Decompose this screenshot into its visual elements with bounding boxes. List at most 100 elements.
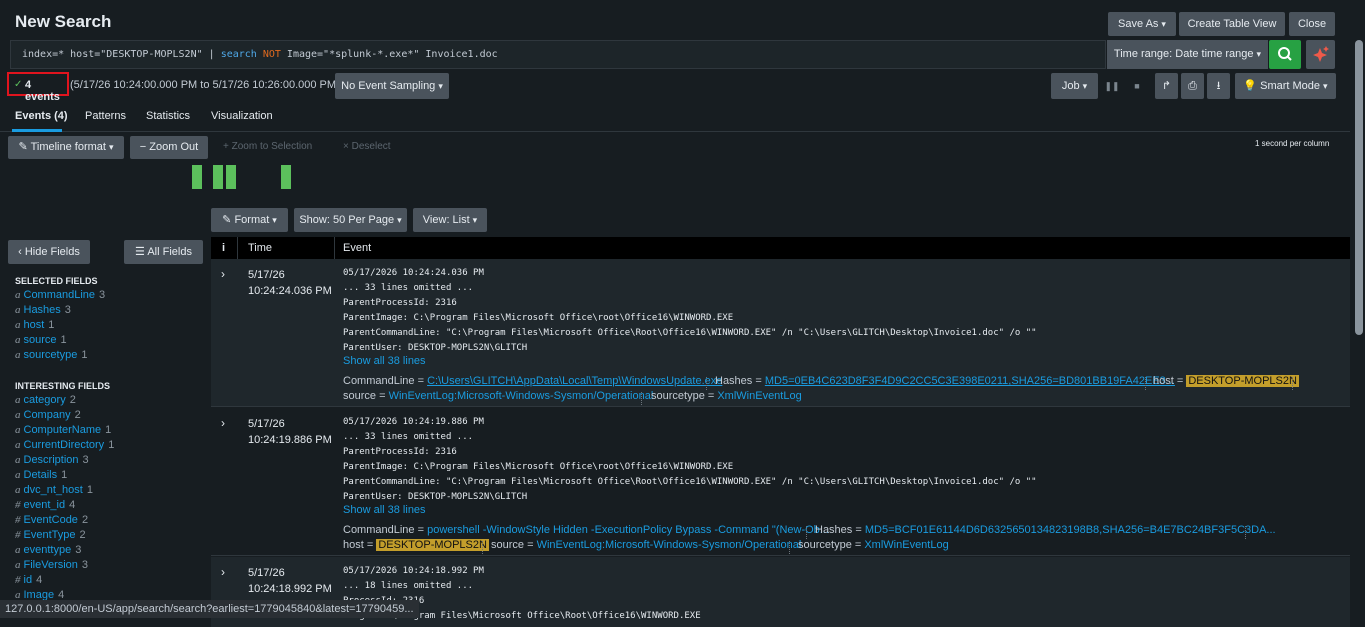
field-name[interactable]: ComputerName bbox=[24, 424, 102, 436]
timeline-format-button[interactable]: ✎ Timeline format bbox=[8, 136, 124, 159]
field-item-source[interactable]: a source 1 bbox=[15, 334, 67, 346]
field-item-company[interactable]: a Company 2 bbox=[15, 409, 81, 421]
field-count: 1 bbox=[108, 439, 115, 451]
expand-chevron-icon[interactable]: › bbox=[221, 267, 225, 281]
search-query[interactable]: index=* host="DESKTOP-MOPLS2N" | search … bbox=[22, 49, 498, 60]
field-key: host = bbox=[1153, 375, 1187, 387]
field-name[interactable]: CommandLine bbox=[24, 289, 96, 301]
field-item-fileversion[interactable]: a FileVersion 3 bbox=[15, 559, 88, 571]
show-all-lines-link[interactable]: Show all 38 lines bbox=[343, 504, 426, 516]
save-as-button[interactable]: Save As bbox=[1108, 12, 1176, 36]
source-value[interactable]: WinEventLog:Microsoft-Windows-Sysmon/Ope… bbox=[389, 390, 654, 402]
all-fields-button[interactable]: ☰ All Fields bbox=[124, 240, 203, 264]
field-item-host[interactable]: a host 1 bbox=[15, 319, 54, 331]
field-item-details[interactable]: a Details 1 bbox=[15, 469, 67, 481]
close-button[interactable]: Close bbox=[1289, 12, 1335, 36]
stop-icon[interactable]: ■ bbox=[1129, 73, 1145, 99]
field-name[interactable]: EventType bbox=[24, 529, 76, 541]
host-value[interactable]: DESKTOP-MOPLS2N bbox=[1186, 375, 1299, 387]
tab-visualization[interactable]: Visualization bbox=[211, 110, 273, 122]
hashes-value[interactable]: MD5=BCF01E61144D6D6325650134823198B8,SHA… bbox=[865, 524, 1276, 536]
zoom-to-selection-button[interactable]: + Zoom to Selection bbox=[223, 141, 312, 152]
field-separator bbox=[641, 392, 642, 405]
event-sampling-dropdown[interactable]: No Event Sampling bbox=[335, 73, 449, 99]
host-value[interactable]: DESKTOP-MOPLS2N bbox=[376, 539, 489, 551]
field-name[interactable]: dvc_nt_host bbox=[24, 484, 83, 496]
field-name[interactable]: sourcetype bbox=[24, 349, 78, 361]
field-name[interactable]: EventCode bbox=[24, 514, 78, 526]
zoom-out-label: Zoom Out bbox=[149, 141, 199, 153]
field-name[interactable]: FileVersion bbox=[24, 559, 78, 571]
timeline-column[interactable] bbox=[226, 165, 236, 189]
field-name[interactable]: Details bbox=[24, 469, 58, 481]
field-item-sourcetype[interactable]: a sourcetype 1 bbox=[15, 349, 87, 361]
sourcetype-value[interactable]: XmlWinEventLog bbox=[864, 539, 948, 551]
field-key: Hashes = bbox=[715, 375, 765, 387]
hide-fields-button[interactable]: ‹ Hide Fields bbox=[8, 240, 90, 264]
field-item-eventcode[interactable]: # EventCode 2 bbox=[15, 514, 88, 526]
format-button[interactable]: ✎ Format bbox=[211, 208, 288, 232]
tab-patterns[interactable]: Patterns bbox=[85, 110, 126, 122]
field-count: 2 bbox=[69, 394, 76, 406]
commandline-value[interactable]: C:\Users\GLITCH\AppData\Local\Temp\Windo… bbox=[427, 375, 722, 387]
search-button[interactable] bbox=[1269, 40, 1301, 69]
timeline-column[interactable] bbox=[192, 165, 202, 189]
field-name[interactable]: event_id bbox=[24, 499, 66, 511]
field-name[interactable]: source bbox=[24, 334, 57, 346]
source-value[interactable]: WinEventLog:Microsoft-Windows-Sysmon/Ope… bbox=[537, 539, 802, 551]
field-count: 1 bbox=[60, 334, 67, 346]
time-range-picker[interactable]: Time range: Date time range bbox=[1107, 40, 1268, 69]
field-item-eventtype[interactable]: a eventtype 3 bbox=[15, 544, 81, 556]
field-name[interactable]: Description bbox=[24, 454, 79, 466]
deselect-button[interactable]: × Deselect bbox=[343, 141, 391, 152]
field-item-hashes[interactable]: a Hashes 3 bbox=[15, 304, 71, 316]
sourcetype-value[interactable]: XmlWinEventLog bbox=[717, 390, 801, 402]
field-name[interactable]: id bbox=[24, 574, 33, 586]
search-input[interactable]: index=* host="DESKTOP-MOPLS2N" | search … bbox=[10, 40, 1106, 69]
expand-chevron-icon[interactable]: › bbox=[221, 416, 225, 430]
ai-assistant-button[interactable] bbox=[1306, 40, 1335, 69]
results-tabs: Events (4) Patterns Statistics Visualiza… bbox=[0, 104, 1350, 132]
minus-icon: − bbox=[139, 141, 147, 153]
tab-events[interactable]: Events (4) bbox=[15, 110, 68, 122]
field-item-id[interactable]: # id 4 bbox=[15, 574, 42, 586]
pause-icon[interactable]: ❚❚ bbox=[1104, 73, 1120, 99]
field-item-event-id[interactable]: # event_id 4 bbox=[15, 499, 75, 511]
zoom-out-button[interactable]: − Zoom Out bbox=[130, 136, 208, 159]
view-dropdown[interactable]: View: List bbox=[413, 208, 487, 232]
field-type-icon: a bbox=[15, 334, 21, 346]
scrollbar-thumb[interactable] bbox=[1355, 40, 1363, 335]
event-raw-line: ... 33 lines omitted ... bbox=[343, 432, 474, 442]
timeline-column[interactable] bbox=[281, 165, 291, 189]
field-item-dvc-nt-host[interactable]: a dvc_nt_host 1 bbox=[15, 484, 93, 496]
field-item-description[interactable]: a Description 3 bbox=[15, 454, 89, 466]
field-item-eventtype[interactable]: # EventType 2 bbox=[15, 529, 86, 541]
hashes-value[interactable]: MD5=0EB4C623D8F3F4D9C2CC5C3E398E0211,SHA… bbox=[765, 375, 1175, 387]
timeline-column[interactable] bbox=[213, 165, 223, 189]
time-column-header[interactable]: Time bbox=[248, 242, 272, 254]
tab-statistics[interactable]: Statistics bbox=[146, 110, 190, 122]
share-icon: ↱ bbox=[1161, 80, 1172, 92]
field-item-currentdirectory[interactable]: a CurrentDirectory 1 bbox=[15, 439, 114, 451]
print-button[interactable]: ⎙ bbox=[1181, 73, 1204, 99]
pencil-icon: ✎ bbox=[222, 214, 232, 226]
field-name[interactable]: eventtype bbox=[24, 544, 72, 556]
field-name[interactable]: category bbox=[24, 394, 66, 406]
field-item-category[interactable]: a category 2 bbox=[15, 394, 76, 406]
search-mode-dropdown[interactable]: 💡 Smart Mode bbox=[1235, 73, 1336, 99]
per-page-dropdown[interactable]: Show: 50 Per Page bbox=[294, 208, 407, 232]
field-item-computername[interactable]: a ComputerName 1 bbox=[15, 424, 111, 436]
export-button[interactable]: ⭳ bbox=[1207, 73, 1230, 99]
field-name[interactable]: Hashes bbox=[24, 304, 61, 316]
field-item-commandline[interactable]: a CommandLine 3 bbox=[15, 289, 105, 301]
field-name[interactable]: host bbox=[24, 319, 45, 331]
field-name[interactable]: CurrentDirectory bbox=[24, 439, 105, 451]
time-range-text: (5/17/26 10:24:00.000 PM to 5/17/26 10:2… bbox=[70, 79, 340, 91]
commandline-value[interactable]: powershell -WindowStyle Hidden -Executio… bbox=[427, 524, 829, 536]
show-all-lines-link[interactable]: Show all 38 lines bbox=[343, 355, 426, 367]
create-table-view-button[interactable]: Create Table View bbox=[1179, 12, 1285, 36]
field-name[interactable]: Company bbox=[24, 409, 71, 421]
job-menu-button[interactable]: Job bbox=[1051, 73, 1098, 99]
share-button[interactable]: ↱ bbox=[1155, 73, 1178, 99]
expand-chevron-icon[interactable]: › bbox=[221, 565, 225, 579]
